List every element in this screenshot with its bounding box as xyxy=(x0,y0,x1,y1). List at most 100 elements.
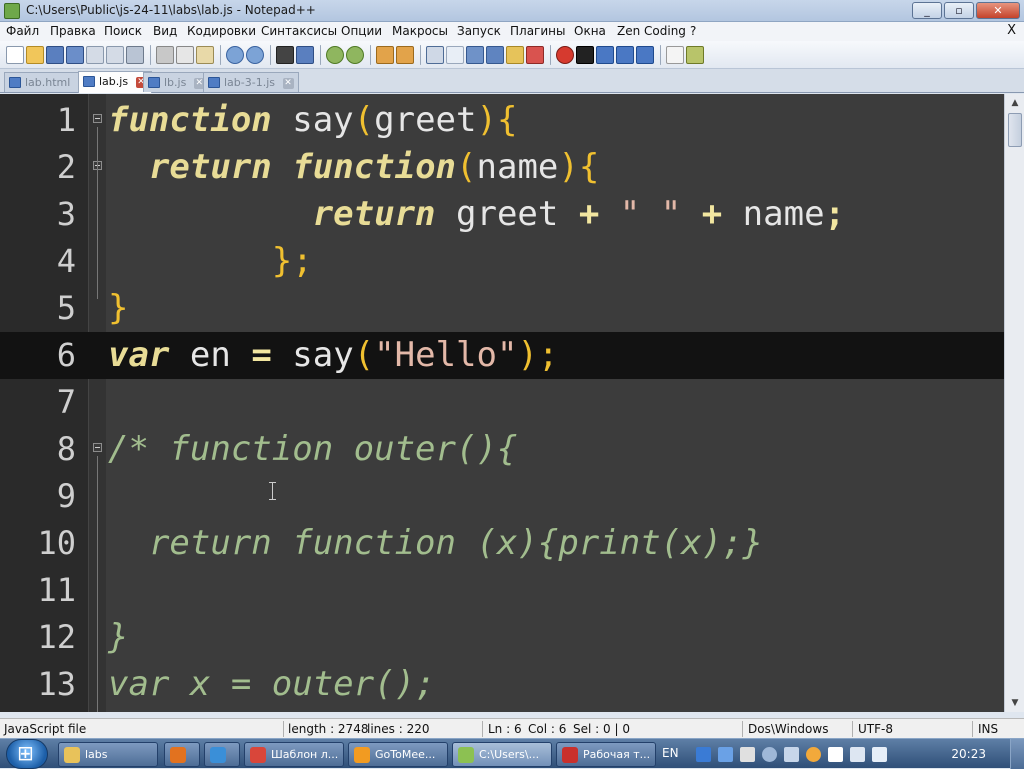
taskbar-button[interactable] xyxy=(164,742,200,767)
save-icon[interactable] xyxy=(46,46,64,64)
scroll-thumb[interactable] xyxy=(1008,113,1022,147)
taskbar-button[interactable]: Рабочая т... xyxy=(556,742,656,767)
code-line[interactable]: 3 return greet + " " + name; xyxy=(0,191,1004,238)
redo-icon[interactable] xyxy=(246,46,264,64)
menu-search[interactable]: Поиск xyxy=(104,24,142,38)
flag-icon[interactable] xyxy=(828,747,843,762)
udl-icon[interactable] xyxy=(486,46,504,64)
keyboard-icon[interactable] xyxy=(696,747,711,762)
code-line[interactable]: 5} xyxy=(0,285,1004,332)
taskbar-button[interactable]: labs xyxy=(58,742,158,767)
close-all-icon[interactable] xyxy=(106,46,124,64)
code-token: /* function outer(){ xyxy=(108,429,518,469)
code-text: return function(name){ xyxy=(108,147,599,187)
start-button[interactable] xyxy=(6,739,48,769)
tab-lab-js[interactable]: lab.js ✕ xyxy=(78,71,152,93)
close-icon[interactable] xyxy=(86,46,104,64)
taskbar-button[interactable] xyxy=(204,742,240,767)
find-icon[interactable] xyxy=(276,46,294,64)
plugin-icon[interactable] xyxy=(686,46,704,64)
menu-zen-coding[interactable]: Zen Coding xyxy=(617,24,686,38)
indent-guide-icon[interactable] xyxy=(466,46,484,64)
menu-help[interactable]: ? xyxy=(690,24,696,38)
menu-syntax[interactable]: Синтаксисы xyxy=(261,24,337,38)
code-editor[interactable]: 1 function say(greet){2 return function(n… xyxy=(0,94,1004,712)
copy-icon[interactable] xyxy=(176,46,194,64)
volume-icon[interactable] xyxy=(872,747,887,762)
undo-icon[interactable] xyxy=(226,46,244,64)
close-document-button[interactable]: X xyxy=(1007,23,1016,38)
gotomeeting-tray-icon[interactable] xyxy=(806,747,821,762)
code-line[interactable]: 11 xyxy=(0,567,1004,614)
fold-toggle-icon[interactable] xyxy=(93,114,102,123)
save-macro-icon[interactable] xyxy=(636,46,654,64)
sync-v-icon[interactable] xyxy=(376,46,394,64)
sync-h-icon[interactable] xyxy=(396,46,414,64)
play-macro-icon[interactable] xyxy=(596,46,614,64)
menu-file[interactable]: Файл xyxy=(6,24,39,38)
record-macro-icon[interactable] xyxy=(556,46,574,64)
taskbar-button[interactable]: GoToMee... xyxy=(348,742,448,767)
code-line[interactable]: 8 /* function outer(){ xyxy=(0,426,1004,473)
print-icon[interactable] xyxy=(126,46,144,64)
zoom-out-icon[interactable] xyxy=(346,46,364,64)
code-line[interactable]: 7 xyxy=(0,379,1004,426)
wifi-icon[interactable] xyxy=(784,747,799,762)
menu-run[interactable]: Запуск xyxy=(457,24,501,38)
menu-windows[interactable]: Окна xyxy=(574,24,606,38)
wrap-icon[interactable] xyxy=(426,46,444,64)
doc-map-icon[interactable] xyxy=(506,46,524,64)
stop-macro-icon[interactable] xyxy=(576,46,594,64)
maximize-button[interactable]: ▫ xyxy=(944,2,974,19)
status-bar: JavaScript file length : 2748 lines : 22… xyxy=(0,718,1024,738)
clock[interactable]: 20:23 xyxy=(951,747,986,761)
scroll-up-icon[interactable]: ▲ xyxy=(1008,96,1022,110)
display-icon[interactable] xyxy=(850,747,865,762)
menu-plugins[interactable]: Плагины xyxy=(510,24,565,38)
code-line[interactable]: 13 var x = outer(); xyxy=(0,661,1004,708)
show-desktop-button[interactable] xyxy=(1010,739,1024,769)
code-token: }; xyxy=(271,241,313,281)
menu-view[interactable]: Вид xyxy=(153,24,177,38)
tab-label: lab.html xyxy=(25,76,71,89)
menu-options[interactable]: Опции xyxy=(341,24,382,38)
code-line[interactable]: 9 xyxy=(0,473,1004,520)
menu-macros[interactable]: Макросы xyxy=(392,24,448,38)
menu-encoding[interactable]: Кодировки xyxy=(187,24,256,38)
all-chars-icon[interactable] xyxy=(446,46,464,64)
skype-icon[interactable] xyxy=(718,747,733,762)
minimize-button[interactable]: _ xyxy=(912,2,942,19)
vertical-scrollbar[interactable]: ▲ ▼ xyxy=(1004,94,1024,712)
taskbar-button[interactable]: C:\Users\... xyxy=(452,742,552,767)
status-divider xyxy=(972,721,973,737)
code-line[interactable]: 12} xyxy=(0,614,1004,661)
zoom-in-icon[interactable] xyxy=(326,46,344,64)
function-list-icon[interactable] xyxy=(526,46,544,64)
language-indicator[interactable]: EN xyxy=(662,746,679,760)
spellcheck-icon[interactable] xyxy=(666,46,684,64)
new-icon[interactable] xyxy=(6,46,24,64)
close-button[interactable]: ✕ xyxy=(976,2,1020,19)
code-line[interactable]: 1 function say(greet){ xyxy=(0,97,1004,144)
code-line[interactable]: 6 var en = say("Hello"); xyxy=(0,332,1004,379)
network-icon[interactable] xyxy=(740,747,755,762)
scroll-down-icon[interactable]: ▼ xyxy=(1008,696,1022,710)
tab-close-icon[interactable]: ✕ xyxy=(282,78,294,89)
code-text: var en = say("Hello"); xyxy=(108,335,558,375)
code-line[interactable]: 2 return function(name){ xyxy=(0,144,1004,191)
save-all-icon[interactable] xyxy=(66,46,84,64)
taskbar-button[interactable]: Шаблон л... xyxy=(244,742,344,767)
replace-icon[interactable] xyxy=(296,46,314,64)
tab-lb-js[interactable]: lb.js ✕ xyxy=(143,72,210,92)
cut-icon[interactable] xyxy=(156,46,174,64)
run-macro-icon[interactable] xyxy=(616,46,634,64)
code-line[interactable]: 10 return function (x){print(x);} xyxy=(0,520,1004,567)
open-icon[interactable] xyxy=(26,46,44,64)
paste-icon[interactable] xyxy=(196,46,214,64)
folder-icon xyxy=(64,747,80,763)
menu-edit[interactable]: Правка xyxy=(50,24,96,38)
sync-icon[interactable] xyxy=(762,747,777,762)
code-line[interactable]: 4 }; xyxy=(0,238,1004,285)
fold-toggle-icon[interactable] xyxy=(93,443,102,452)
tab-lab-3-1-js[interactable]: lab-3-1.js ✕ xyxy=(203,72,299,92)
